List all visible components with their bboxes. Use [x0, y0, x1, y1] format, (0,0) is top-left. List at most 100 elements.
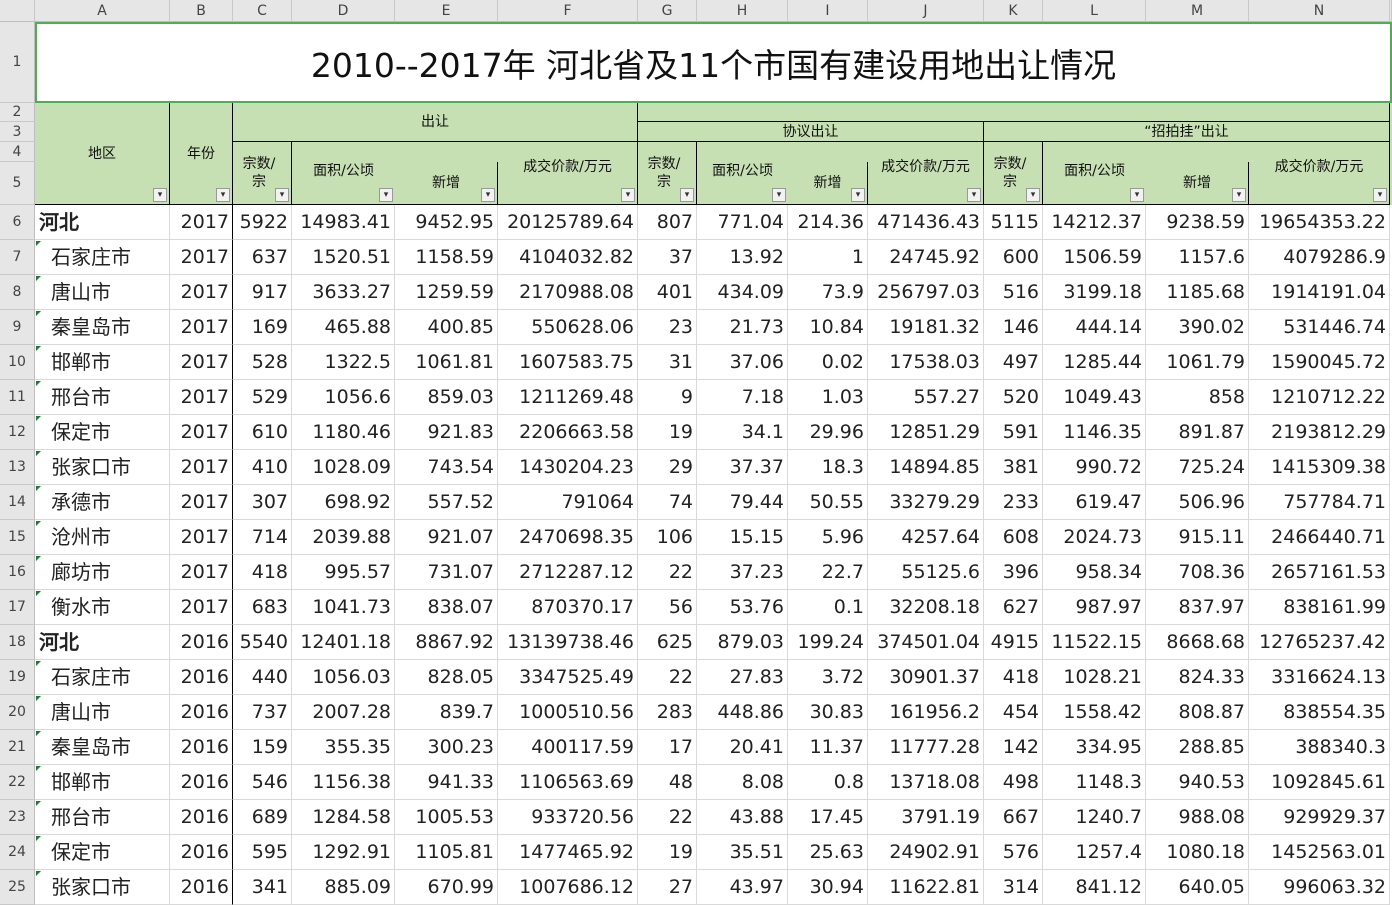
data-cell[interactable]: 2712287.12	[498, 555, 638, 590]
region-cell[interactable]: 河北	[35, 205, 170, 240]
data-cell[interactable]: 374501.04	[868, 625, 984, 660]
year-cell[interactable]: 2017	[170, 590, 233, 625]
data-cell[interactable]: 4915	[984, 625, 1043, 660]
filter-dropdown-icon[interactable]: ▾	[967, 188, 981, 202]
data-cell[interactable]: 13139738.46	[498, 625, 638, 660]
column-header-M[interactable]: M	[1146, 0, 1249, 22]
data-cell[interactable]: 1914191.04	[1249, 275, 1390, 310]
data-cell[interactable]: 22	[638, 800, 697, 835]
data-cell[interactable]: 4104032.82	[498, 240, 638, 275]
data-cell[interactable]: 1007686.12	[498, 870, 638, 905]
data-cell[interactable]: 1210712.22	[1249, 380, 1390, 415]
data-cell[interactable]: 1430204.23	[498, 450, 638, 485]
row-header-16[interactable]: 16	[0, 555, 35, 590]
data-cell[interactable]: 8.08	[697, 765, 788, 800]
region-cell[interactable]: 廊坊市	[35, 555, 170, 590]
data-cell[interactable]: 401	[638, 275, 697, 310]
filter-dropdown-icon[interactable]: ▾	[621, 188, 635, 202]
data-cell[interactable]: 11.37	[788, 730, 868, 765]
row-header-20[interactable]: 20	[0, 695, 35, 730]
region-cell[interactable]: 秦皇岛市	[35, 310, 170, 345]
data-cell[interactable]: 1452563.01	[1249, 835, 1390, 870]
row-header-4[interactable]: 4	[0, 142, 35, 162]
column-header-N[interactable]: N	[1249, 0, 1390, 22]
data-cell[interactable]: 1	[788, 240, 868, 275]
data-cell[interactable]: 576	[984, 835, 1043, 870]
year-cell[interactable]: 2017	[170, 205, 233, 240]
column-header-F[interactable]: F	[498, 0, 638, 22]
region-cell[interactable]: 张家口市	[35, 870, 170, 905]
year-cell[interactable]: 2017	[170, 380, 233, 415]
data-cell[interactable]: 870370.17	[498, 590, 638, 625]
row-header-6[interactable]: 6	[0, 205, 35, 240]
year-cell[interactable]: 2016	[170, 835, 233, 870]
data-cell[interactable]: 19181.32	[868, 310, 984, 345]
data-cell[interactable]: 50.55	[788, 485, 868, 520]
data-cell[interactable]: 550628.06	[498, 310, 638, 345]
data-cell[interactable]: 1056.6	[292, 380, 395, 415]
data-cell[interactable]: 940.53	[1146, 765, 1249, 800]
region-cell[interactable]: 沧州市	[35, 520, 170, 555]
region-cell[interactable]: 邢台市	[35, 380, 170, 415]
data-cell[interactable]: 14983.41	[292, 205, 395, 240]
data-cell[interactable]: 683	[233, 590, 292, 625]
data-cell[interactable]: 288.85	[1146, 730, 1249, 765]
column-header-H[interactable]: H	[697, 0, 788, 22]
data-cell[interactable]: 19654353.22	[1249, 205, 1390, 240]
data-cell[interactable]: 233	[984, 485, 1043, 520]
data-cell[interactable]: 29.96	[788, 415, 868, 450]
filter-dropdown-icon[interactable]: ▾	[275, 188, 289, 202]
data-cell[interactable]: 1292.91	[292, 835, 395, 870]
data-cell[interactable]: 1158.59	[395, 240, 498, 275]
data-cell[interactable]: 37.06	[697, 345, 788, 380]
filter-dropdown-icon[interactable]: ▾	[216, 188, 230, 202]
column-header-G[interactable]: G	[638, 0, 697, 22]
region-cell[interactable]: 邯郸市	[35, 345, 170, 380]
row-header-11[interactable]: 11	[0, 380, 35, 415]
filter-dropdown-icon[interactable]: ▾	[680, 188, 694, 202]
data-cell[interactable]: 2470698.35	[498, 520, 638, 555]
data-cell[interactable]: 891.87	[1146, 415, 1249, 450]
data-cell[interactable]: 595	[233, 835, 292, 870]
data-cell[interactable]: 381	[984, 450, 1043, 485]
data-cell[interactable]: 1041.73	[292, 590, 395, 625]
filter-dropdown-icon[interactable]: ▾	[379, 188, 393, 202]
data-cell[interactable]: 418	[233, 555, 292, 590]
data-cell[interactable]: 418	[984, 660, 1043, 695]
data-cell[interactable]: 13718.08	[868, 765, 984, 800]
data-cell[interactable]: 698.92	[292, 485, 395, 520]
data-cell[interactable]: 958.34	[1043, 555, 1146, 590]
data-cell[interactable]: 1415309.38	[1249, 450, 1390, 485]
data-cell[interactable]: 808.87	[1146, 695, 1249, 730]
data-cell[interactable]: 19	[638, 415, 697, 450]
data-cell[interactable]: 921.07	[395, 520, 498, 555]
data-cell[interactable]: 670.99	[395, 870, 498, 905]
data-cell[interactable]: 1061.79	[1146, 345, 1249, 380]
data-cell[interactable]: 996063.32	[1249, 870, 1390, 905]
data-cell[interactable]: 37.37	[697, 450, 788, 485]
data-cell[interactable]: 1005.53	[395, 800, 498, 835]
data-cell[interactable]: 300.23	[395, 730, 498, 765]
data-cell[interactable]: 1056.03	[292, 660, 395, 695]
data-cell[interactable]: 921.83	[395, 415, 498, 450]
sheet-title-cell[interactable]: 2010--2017年 河北省及11个市国有建设用地出让情况	[35, 22, 1392, 103]
data-cell[interactable]: 400.85	[395, 310, 498, 345]
year-cell[interactable]: 2017	[170, 555, 233, 590]
data-cell[interactable]: 142	[984, 730, 1043, 765]
year-cell[interactable]: 2017	[170, 345, 233, 380]
data-cell[interactable]: 79.44	[697, 485, 788, 520]
column-header-A[interactable]: A	[35, 0, 170, 22]
data-cell[interactable]: 529	[233, 380, 292, 415]
data-cell[interactable]: 1285.44	[1043, 345, 1146, 380]
data-cell[interactable]: 531446.74	[1249, 310, 1390, 345]
row-header-10[interactable]: 10	[0, 345, 35, 380]
data-cell[interactable]: 0.02	[788, 345, 868, 380]
data-cell[interactable]: 1322.5	[292, 345, 395, 380]
row-header-3[interactable]: 3	[0, 122, 35, 142]
data-cell[interactable]: 15.15	[697, 520, 788, 555]
data-cell[interactable]: 7.18	[697, 380, 788, 415]
data-cell[interactable]: 5.96	[788, 520, 868, 555]
data-cell[interactable]: 2206663.58	[498, 415, 638, 450]
data-cell[interactable]: 440	[233, 660, 292, 695]
data-cell[interactable]: 434.09	[697, 275, 788, 310]
